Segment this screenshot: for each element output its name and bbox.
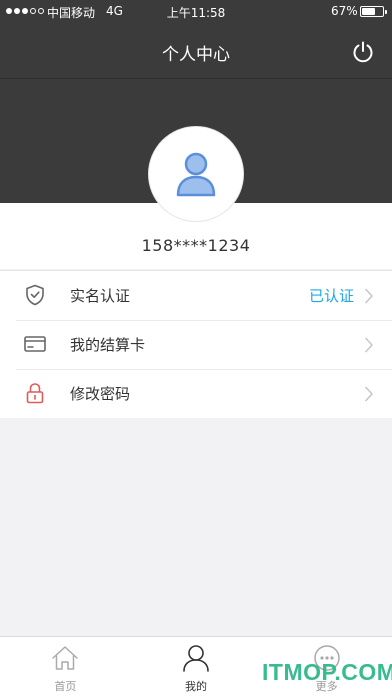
- chevron-right-icon: [365, 288, 373, 304]
- chevron-right-icon: [365, 337, 373, 353]
- menu-item-label: 我的结算卡: [70, 336, 146, 354]
- bank-card-icon: [24, 336, 46, 352]
- battery-percent: 67%: [331, 4, 358, 18]
- menu-item-settlement-card[interactable]: 我的结算卡: [0, 320, 392, 369]
- tab-mine[interactable]: 我的: [131, 637, 262, 696]
- tab-label: 首页: [54, 680, 77, 693]
- menu-item-real-name-verification[interactable]: 实名认证 已认证: [0, 271, 392, 320]
- status-bar: 中国移动 4G 上午11:58 67%: [0, 0, 392, 24]
- person-icon: [183, 645, 209, 672]
- power-icon: [353, 41, 373, 63]
- battery-icon: [360, 6, 387, 17]
- home-icon: [52, 646, 79, 670]
- tab-home[interactable]: 首页: [0, 637, 131, 696]
- user-avatar-icon: [176, 152, 216, 197]
- power-button[interactable]: [351, 40, 375, 64]
- tab-label: 我的: [185, 680, 207, 693]
- menu-item-label: 实名认证: [70, 287, 131, 305]
- watermark-text: ITMOP.COM: [262, 659, 392, 685]
- menu-item-change-password[interactable]: 修改密码: [0, 369, 392, 418]
- menu-item-label: 修改密码: [70, 385, 131, 403]
- verification-status: 已认证: [308, 287, 354, 305]
- chevron-right-icon: [365, 386, 373, 402]
- avatar[interactable]: [149, 127, 243, 221]
- shield-check-icon: [26, 284, 44, 306]
- menu-list: 实名认证 已认证 我的结算卡 修改密码: [0, 270, 392, 418]
- lock-icon: [26, 383, 44, 404]
- page-title: 个人中心: [162, 45, 230, 65]
- profile-screen: 中国移动 4G 上午11:58 67% 个人中心 158****1234 实名认…: [0, 0, 392, 696]
- phone-number: 158****1234: [141, 236, 251, 255]
- nav-divider: [0, 78, 392, 79]
